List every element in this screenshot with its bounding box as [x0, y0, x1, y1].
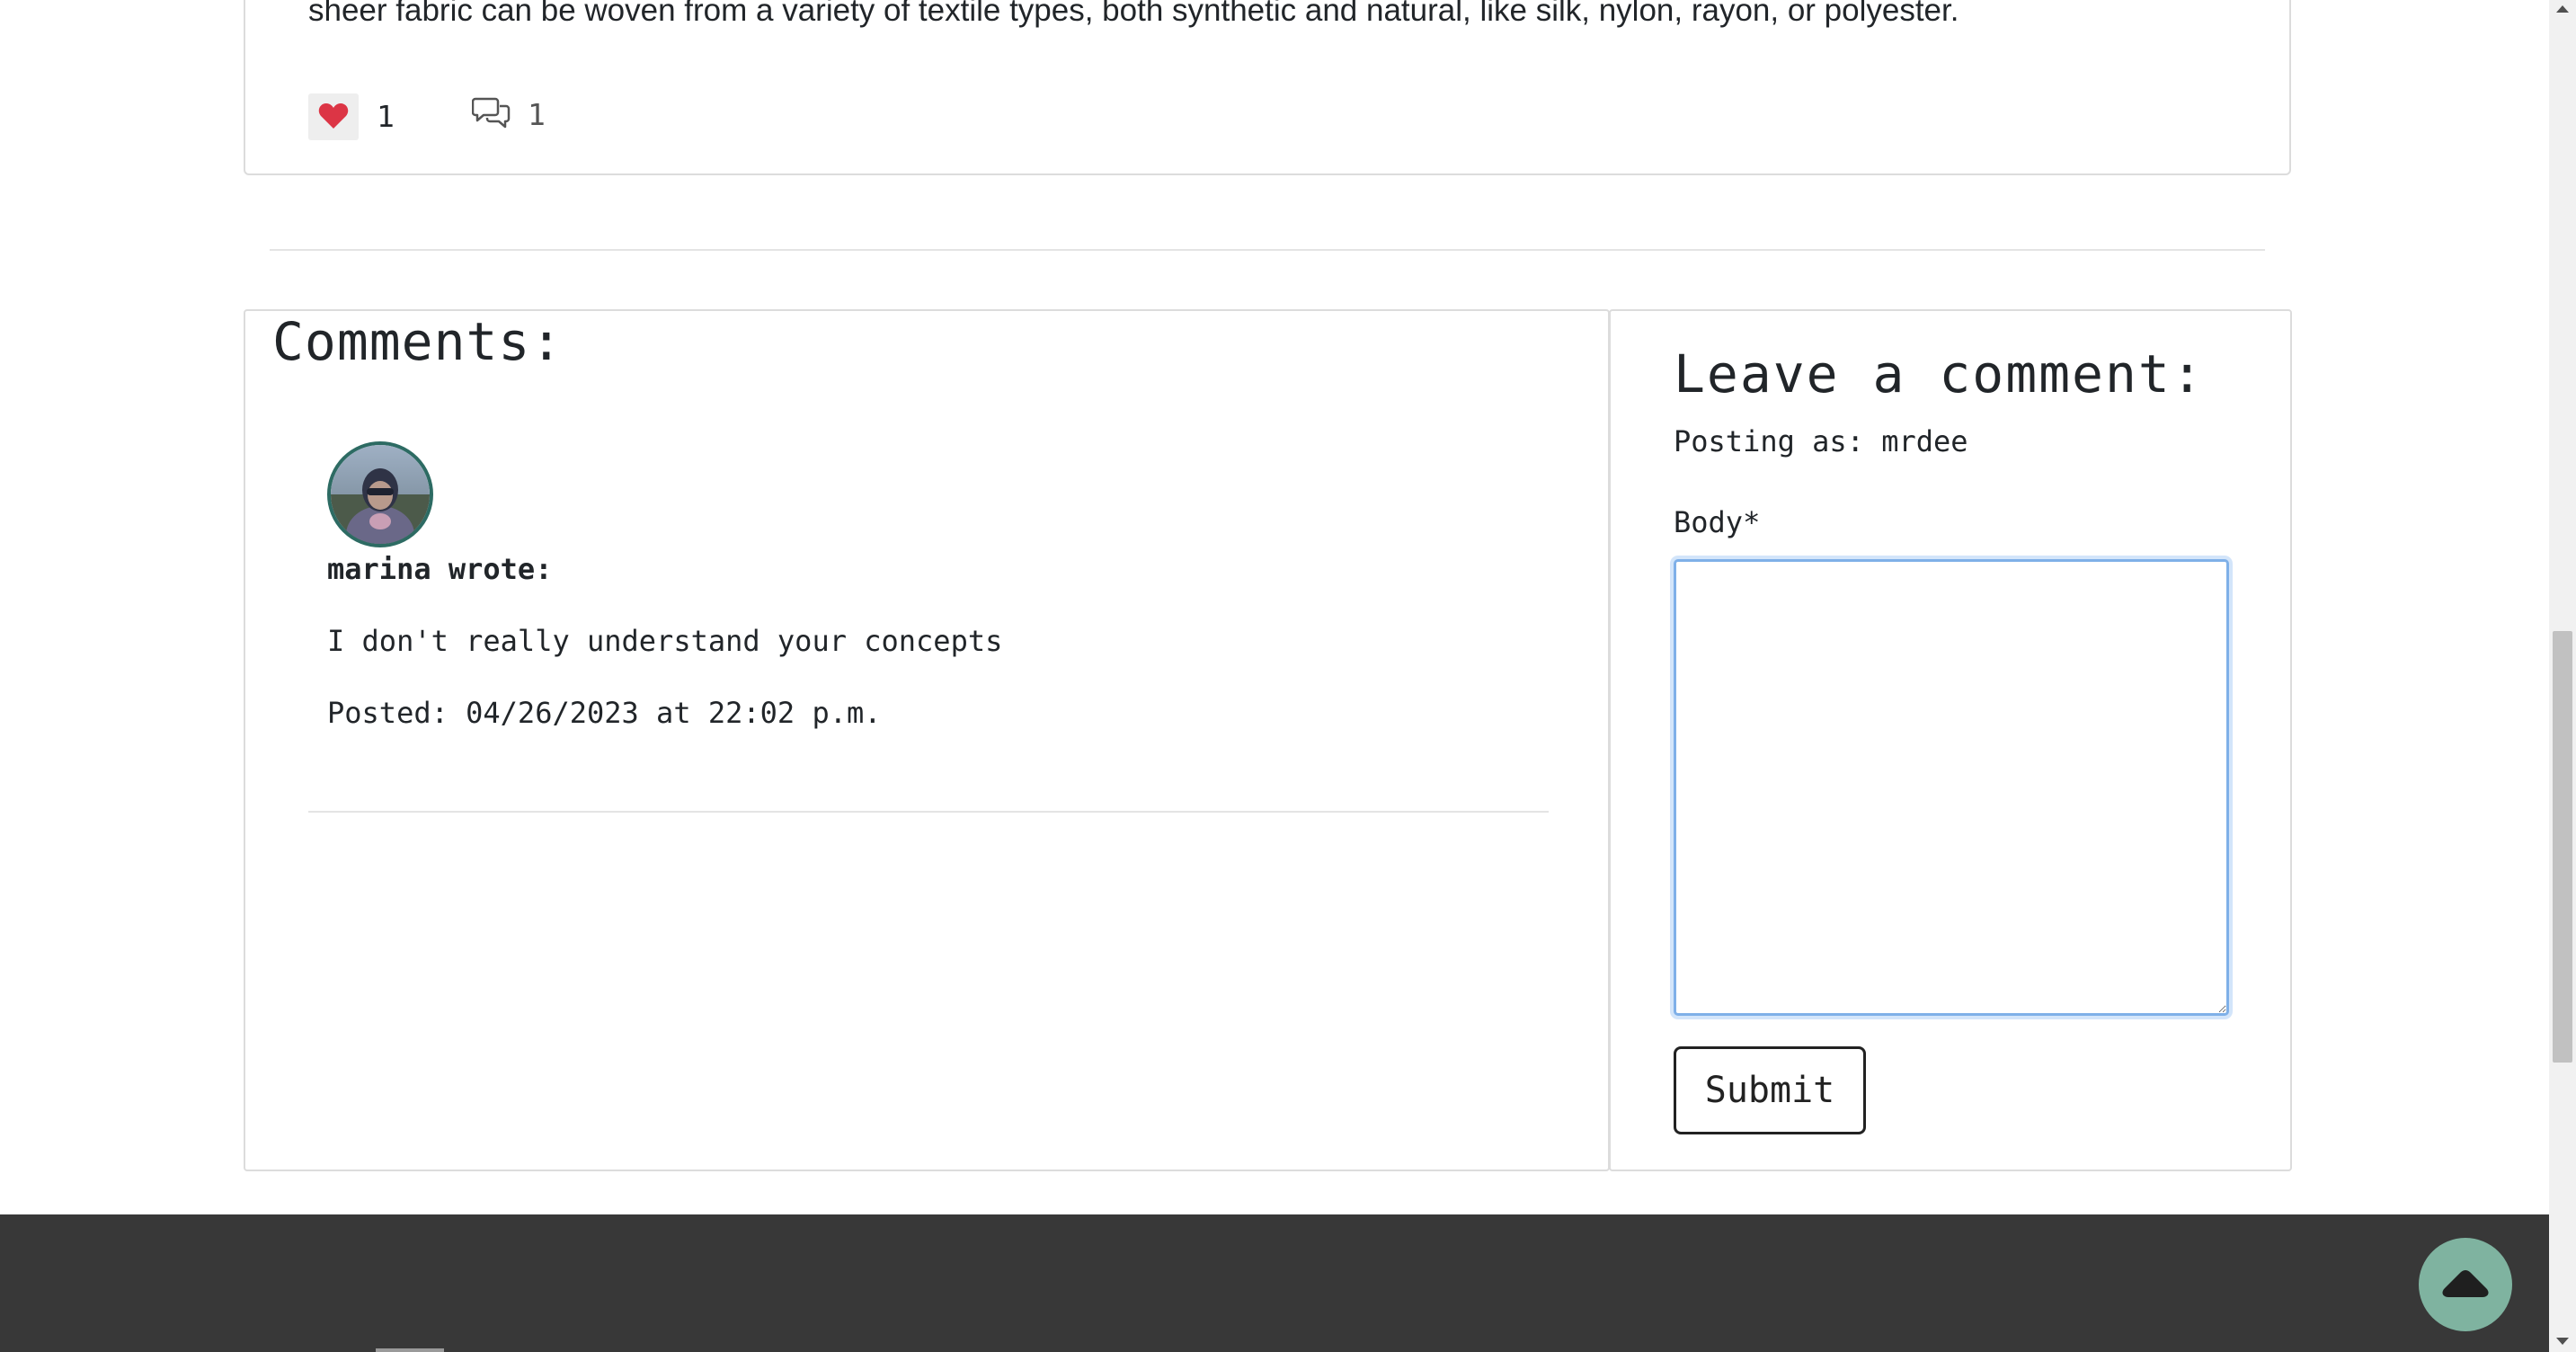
body-label: Body*	[1674, 505, 1761, 539]
caret-up-icon	[2441, 1268, 2490, 1302]
comment-count: 1	[528, 97, 546, 132]
comments-heading: Comments:	[272, 311, 564, 372]
post-excerpt: sheer fabric can be woven from a variety…	[308, 0, 1959, 28]
scroll-down-arrow-icon[interactable]	[2556, 1338, 2569, 1345]
avatar	[327, 441, 433, 547]
footer-link-underline	[376, 1348, 444, 1352]
post-card: sheer fabric can be woven from a variety…	[244, 0, 2291, 175]
chat-bubbles-icon[interactable]	[471, 95, 511, 131]
comment-date: Posted: 04/26/2023 at 22:02 p.m.	[327, 696, 882, 730]
comment-form-heading: Leave a comment:	[1674, 343, 2205, 405]
like-count: 1	[377, 99, 395, 134]
page: sheer fabric can be woven from a variety…	[0, 0, 2576, 1352]
scroll-up-arrow-icon[interactable]	[2556, 5, 2569, 13]
comment-divider	[308, 811, 1549, 813]
comment-body: I don't really understand your concepts	[327, 624, 1003, 658]
vertical-scrollbar[interactable]	[2549, 0, 2576, 1352]
posting-as-text: Posting as: mrdee	[1674, 424, 1968, 458]
section-divider	[270, 249, 2265, 251]
scroll-to-top-button[interactable]	[2419, 1238, 2512, 1331]
footer	[0, 1214, 2549, 1352]
like-button[interactable]	[308, 93, 359, 140]
comments-panel: Comments: marina wrote: I don't really u…	[244, 309, 1610, 1171]
scrollbar-thumb[interactable]	[2553, 631, 2572, 1063]
comment-author: marina wrote:	[327, 552, 553, 586]
comment-body-textarea[interactable]	[1674, 559, 2229, 1016]
heart-icon	[318, 102, 349, 132]
submit-button[interactable]: Submit	[1674, 1046, 1866, 1134]
comment-form-panel: Leave a comment: Posting as: mrdee Body*…	[1609, 309, 2292, 1171]
